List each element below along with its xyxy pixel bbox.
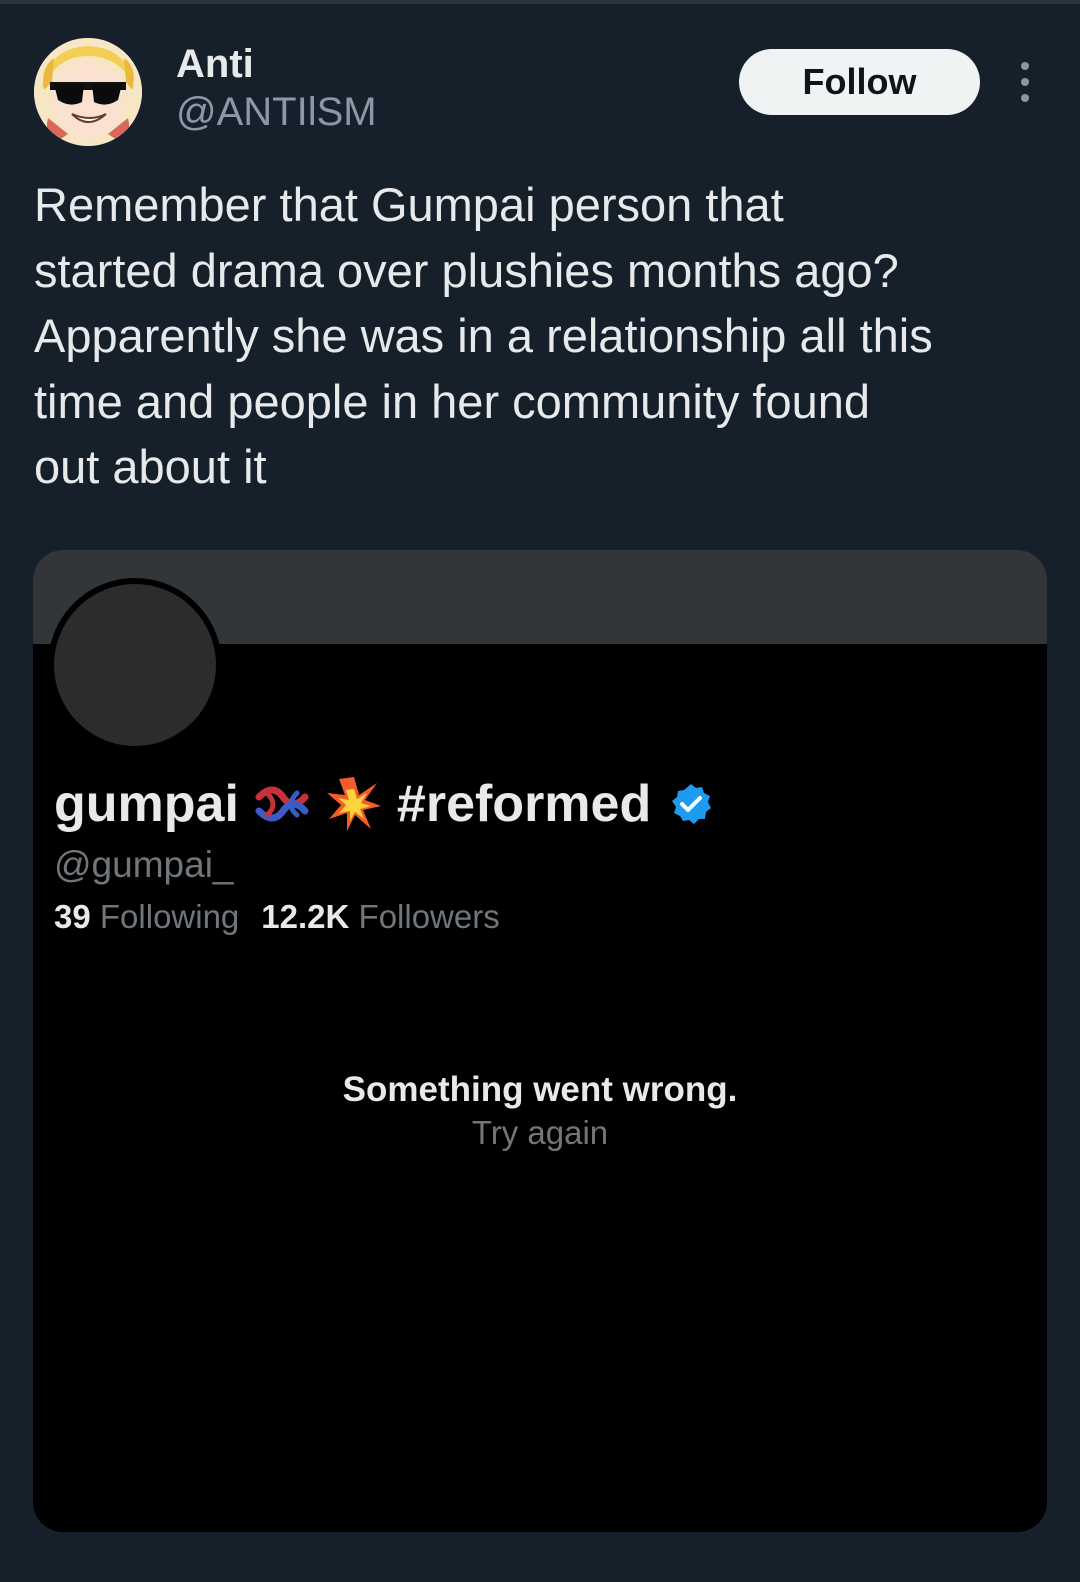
- dot: [1021, 78, 1029, 86]
- profile-handle: @gumpai_: [54, 844, 234, 885]
- tweet-text: Remember that Gumpai person that started…: [34, 178, 933, 494]
- following-stat[interactable]: 39 Following: [54, 895, 239, 939]
- following-count: 39: [54, 898, 91, 935]
- profile-stats: 39 Following 12.2K Followers: [54, 895, 500, 939]
- profile-name-row: gumpai #reformed: [54, 772, 713, 836]
- author-avatar[interactable]: [34, 38, 142, 146]
- following-label: Following: [99, 898, 240, 935]
- embedded-profile-card[interactable]: gumpai #reformed @gumpai_ 39 Following 1…: [33, 550, 1047, 1532]
- followers-count: 12.2K: [261, 898, 350, 935]
- profile-name-tag: #reformed: [396, 775, 652, 833]
- tweet-page: Anti @ANTIlSM Follow Remember that Gumpa…: [0, 0, 1080, 1582]
- profile-display-name: gumpai: [54, 775, 239, 833]
- verified-badge-icon[interactable]: [669, 782, 713, 826]
- followers-stat[interactable]: 12.2K Followers: [261, 895, 499, 939]
- more-options-icon[interactable]: [1008, 62, 1042, 102]
- dot: [1021, 62, 1029, 70]
- error-message: Something went wrong.: [342, 1070, 738, 1109]
- try-again-link[interactable]: Try again: [33, 1112, 1047, 1154]
- profile-avatar[interactable]: [48, 578, 222, 752]
- collision-icon: [326, 777, 381, 831]
- divider: [0, 0, 1080, 4]
- author-name[interactable]: Anti: [176, 40, 254, 88]
- knot-icon: [255, 786, 309, 822]
- avatar-image: [34, 38, 142, 146]
- follow-button[interactable]: Follow: [739, 49, 980, 115]
- followers-label: Followers: [358, 898, 500, 935]
- dot: [1021, 94, 1029, 102]
- author-handle[interactable]: @ANTIlSM: [176, 88, 377, 136]
